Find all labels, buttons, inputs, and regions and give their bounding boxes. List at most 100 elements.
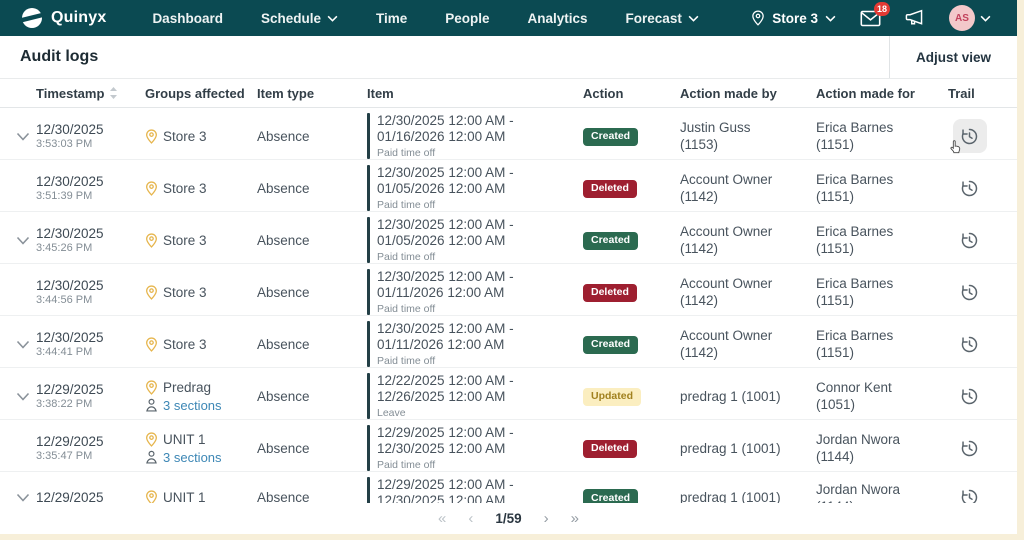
trail-cell: [940, 223, 1017, 257]
timestamp-date: 12/30/2025: [36, 278, 104, 293]
action-made-by-cell: Account Owner (1142): [668, 223, 810, 257]
user-menu[interactable]: AS: [949, 5, 991, 31]
trail-history-button[interactable]: [953, 481, 987, 504]
quinyx-logo-icon: [20, 6, 44, 30]
nav-item-people[interactable]: People: [445, 11, 489, 26]
announcements-button[interactable]: [905, 9, 925, 27]
item-body: 12/30/2025 12:00 AM -01/05/2026 12:00 AM…: [377, 165, 514, 211]
brand[interactable]: Quinyx: [20, 6, 106, 30]
action-made-by-cell: predrag 1 (1001): [668, 440, 810, 457]
timestamp-date: 12/30/2025: [36, 226, 104, 241]
item-accent-bar: [367, 477, 370, 503]
page-header: Audit logs Adjust view: [0, 36, 1017, 79]
group: Store 3: [145, 233, 252, 248]
nav-item-time[interactable]: Time: [376, 11, 407, 26]
group-name: Store 3: [163, 233, 207, 248]
action-cell: Deleted: [578, 282, 668, 301]
timestamp-cell: 12/29/20253:38:22 PM: [16, 382, 140, 410]
store-selector[interactable]: Store 3: [751, 10, 836, 26]
timestamp-time: 3:35:47 PM: [36, 450, 104, 462]
messages-button[interactable]: 18: [860, 10, 881, 27]
page-title: Audit logs: [0, 48, 98, 66]
action-made-for-cell: Erica Barnes (1151): [810, 223, 940, 257]
item-range-line2: 01/05/2026 12:00 AM: [377, 181, 514, 197]
last-page-button[interactable]: »: [571, 511, 579, 526]
expand-row-button[interactable]: [16, 340, 36, 349]
item-cell: 12/30/2025 12:00 AM -01/05/2026 12:00 AM…: [360, 212, 578, 268]
item-cell: 12/30/2025 12:00 AM -01/05/2026 12:00 AM…: [360, 160, 578, 216]
action-made-for-cell: Erica Barnes (1151): [810, 119, 940, 153]
next-page-button[interactable]: ›: [544, 511, 549, 526]
chevron-down-icon: [327, 15, 338, 22]
item-cell: 12/29/2025 12:00 AM -12/30/2025 12:00 AM: [360, 472, 578, 503]
action-badge: Deleted: [583, 440, 637, 458]
history-icon: [959, 230, 980, 251]
action-cell: Deleted: [578, 438, 668, 457]
action-made-for-cell: Erica Barnes (1151): [810, 275, 940, 309]
action-badge: Created: [583, 232, 638, 250]
table-row: 12/29/20253:35:47 PMUNIT 13 sectionsAbse…: [0, 420, 1017, 472]
item-body: 12/30/2025 12:00 AM -01/16/2026 12:00 AM…: [377, 113, 514, 159]
prev-page-button[interactable]: ‹: [468, 511, 473, 526]
expand-row-button[interactable]: [16, 132, 36, 141]
column-header-item-type: Item type: [252, 86, 360, 101]
nav-item-label: Time: [376, 11, 407, 26]
location-pin-icon: [751, 10, 765, 26]
sections-link[interactable]: 3 sections: [163, 450, 222, 465]
trail-history-button[interactable]: [953, 275, 987, 309]
item-accent-bar: [367, 113, 370, 159]
item-cell: 12/29/2025 12:00 AM -12/30/2025 12:00 AM…: [360, 420, 578, 476]
trail-history-button[interactable]: [953, 431, 987, 465]
nav-item-dashboard[interactable]: Dashboard: [152, 11, 223, 26]
adjust-view-button[interactable]: Adjust view: [889, 36, 1017, 78]
trail-cell: [940, 379, 1017, 413]
item-body: 12/30/2025 12:00 AM -01/11/2026 12:00 AM…: [377, 269, 514, 315]
expand-row-button[interactable]: [16, 236, 36, 245]
action-made-by-cell: predrag 1 (1001): [668, 388, 810, 405]
nav-item-forecast[interactable]: Forecast: [626, 11, 699, 26]
item-subtype: Paid time off: [377, 459, 514, 471]
sections: 3 sections: [145, 450, 252, 465]
trail-history-button[interactable]: [953, 171, 987, 205]
column-header-label: Item: [367, 86, 394, 101]
group-name: Store 3: [163, 337, 207, 352]
column-header-timestamp[interactable]: Timestamp: [16, 86, 140, 101]
trail-history-button[interactable]: [953, 327, 987, 361]
column-header-action-made-by: Action made by: [668, 86, 810, 101]
trail-history-button[interactable]: [953, 223, 987, 257]
group-pin-icon: [145, 233, 158, 248]
action-badge: Updated: [583, 388, 641, 406]
nav-item-analytics[interactable]: Analytics: [528, 11, 588, 26]
action-badge: Deleted: [583, 180, 637, 198]
timestamp-cell: 12/30/20253:51:39 PM: [16, 174, 140, 202]
first-page-button[interactable]: «: [438, 511, 446, 526]
item-type-cell: Absence: [252, 389, 360, 404]
action-made-by-cell: Account Owner (1142): [668, 327, 810, 361]
column-header-trail: Trail: [940, 86, 1017, 101]
group: Store 3: [145, 285, 252, 300]
trail-history-button[interactable]: [953, 379, 987, 413]
expand-row-button[interactable]: [16, 493, 36, 502]
trail-cell: [940, 327, 1017, 361]
timestamp-time: 3:44:56 PM: [36, 294, 104, 306]
item-subtype: Paid time off: [377, 251, 514, 263]
timestamp-time: 3:44:41 PM: [36, 346, 104, 358]
item-subtype: Leave: [377, 407, 514, 419]
chevron-down-icon: [16, 493, 30, 502]
item-cell: 12/30/2025 12:00 AM -01/11/2026 12:00 AM…: [360, 264, 578, 320]
sections: 3 sections: [145, 398, 252, 413]
table-row: 12/30/20253:51:39 PMStore 3Absence12/30/…: [0, 160, 1017, 212]
history-icon: [959, 126, 980, 147]
timestamp-date: 12/30/2025: [36, 122, 104, 137]
groups-affected-cell: Store 3: [140, 129, 252, 144]
timestamp: 12/30/20253:45:26 PM: [36, 226, 104, 254]
nav-item-schedule[interactable]: Schedule: [261, 11, 338, 26]
sections-link[interactable]: 3 sections: [163, 398, 222, 413]
action-made-by-cell: Account Owner (1142): [668, 275, 810, 309]
group-pin-icon: [145, 432, 158, 447]
item-range-line2: 12/30/2025 12:00 AM: [377, 493, 514, 503]
trail-history-button[interactable]: [953, 119, 987, 153]
timestamp-cell: 12/30/20253:44:56 PM: [16, 278, 140, 306]
expand-row-button[interactable]: [16, 392, 36, 401]
action-made-for-cell: Jordan Nwora (1144): [810, 481, 940, 504]
